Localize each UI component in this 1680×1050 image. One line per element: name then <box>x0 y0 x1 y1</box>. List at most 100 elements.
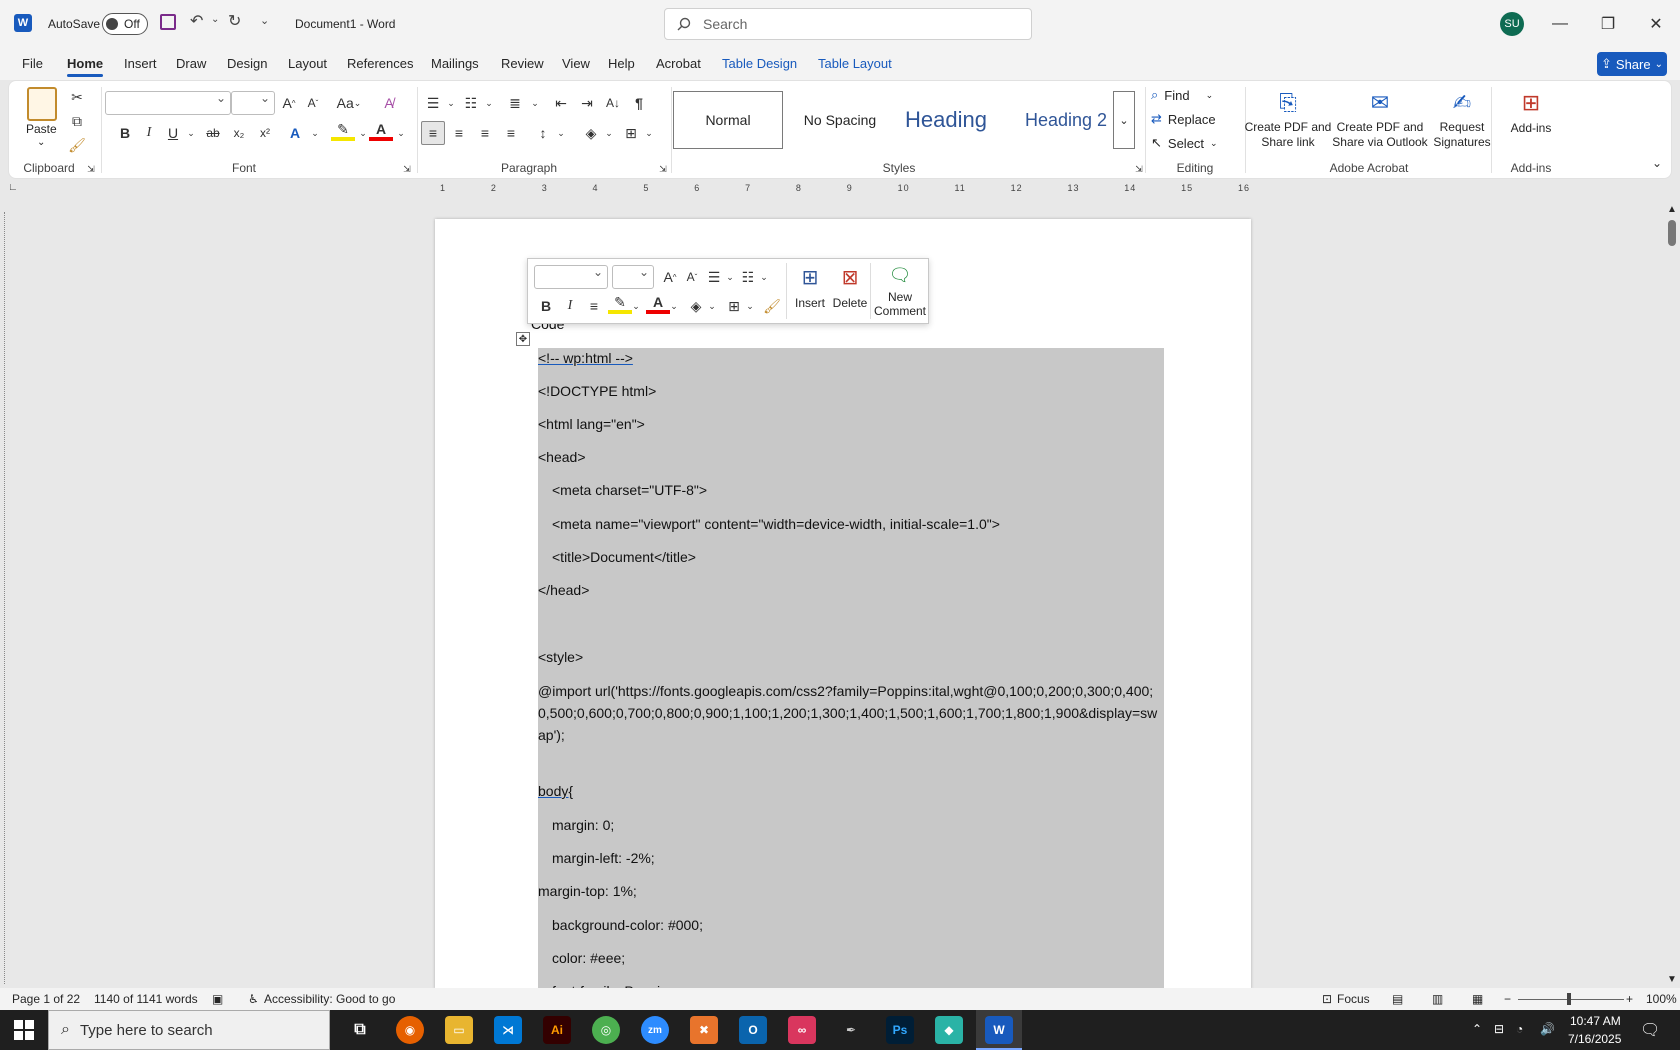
close-icon[interactable]: ✕ <box>1644 12 1668 36</box>
tab-home[interactable]: Home <box>67 56 104 77</box>
search-box[interactable]: Search <box>664 8 1032 40</box>
web-layout-icon[interactable]: ▦ <box>1472 992 1483 1006</box>
tray-overflow-icon[interactable]: ⌃ <box>1472 1022 1482 1036</box>
mini-insert-button[interactable]: ⊞ Insert <box>790 263 830 311</box>
creative-cloud-icon[interactable]: ∞ <box>788 1016 816 1044</box>
numbering-dropdown-icon[interactable]: ⌄ <box>477 91 501 115</box>
tab-selector-icon[interactable]: ∟ <box>8 182 18 193</box>
zoom-slider-thumb[interactable] <box>1567 993 1571 1005</box>
mini-delete-button[interactable]: ⊠ Delete <box>830 263 870 311</box>
clear-formatting-icon[interactable]: A̸ <box>377 91 401 115</box>
outlook-icon[interactable]: O <box>739 1016 767 1044</box>
subscript-icon[interactable]: x₂ <box>227 121 251 145</box>
restore-icon[interactable]: ❐ <box>1596 12 1620 36</box>
scroll-thumb[interactable] <box>1668 220 1676 246</box>
tray-date[interactable]: 7/16/2025 <box>1568 1032 1621 1046</box>
tab-layout[interactable]: Layout <box>288 56 327 71</box>
customize-toolbar-icon[interactable]: ⌄ <box>260 14 269 27</box>
text-effects-dropdown-icon[interactable]: ⌄ <box>303 121 327 145</box>
mini-bold-icon[interactable]: B <box>534 294 558 318</box>
line-spacing-dropdown-icon[interactable]: ⌄ <box>549 121 573 145</box>
italic-icon[interactable]: I <box>137 121 161 145</box>
bold-icon[interactable]: B <box>113 121 137 145</box>
copy-icon[interactable]: ⧉ <box>65 109 89 133</box>
taskbar-search[interactable]: ⌕ Type here to search <box>48 1010 330 1050</box>
multilevel-dropdown-icon[interactable]: ⌄ <box>523 91 547 115</box>
tab-view[interactable]: View <box>562 56 590 71</box>
paste-icon[interactable] <box>27 87 57 121</box>
collapse-ribbon-icon[interactable]: ⌄ <box>1645 151 1669 175</box>
vertical-scrollbar[interactable]: ▲ ▼ <box>1664 204 1680 990</box>
scroll-up-icon[interactable]: ▲ <box>1667 204 1677 215</box>
tab-table-layout[interactable]: Table Layout <box>818 56 892 71</box>
select-button[interactable]: ↖ Select ⌄ <box>1151 135 1218 151</box>
change-case-icon[interactable]: Aa ⌄ <box>333 91 365 115</box>
format-painter-icon[interactable]: 🖌 <box>65 133 89 157</box>
undo-icon[interactable]: ↶ <box>190 11 203 31</box>
print-layout-icon[interactable]: ▥ <box>1432 992 1443 1006</box>
task-view-icon[interactable]: ⧉ <box>346 1016 374 1044</box>
align-left-icon[interactable]: ≡ <box>421 121 445 145</box>
mini-numbering-dropdown-icon[interactable]: ⌄ <box>752 265 776 289</box>
zoom-slider[interactable] <box>1518 999 1624 1000</box>
mini-new-comment-button[interactable]: 🗨 New Comment <box>872 263 928 318</box>
add-ins-button[interactable]: ⊞ Add-ins <box>1499 87 1563 136</box>
request-signatures-button[interactable]: ✍ Request Signatures <box>1429 87 1495 150</box>
align-center-icon[interactable]: ≡ <box>447 121 471 145</box>
tab-draw[interactable]: Draw <box>176 56 206 71</box>
font-name-combo[interactable] <box>105 91 231 115</box>
zoom-level[interactable]: 100% <box>1646 992 1677 1006</box>
create-pdf-share-link-button[interactable]: ⎘ Create PDF and Share link <box>1241 87 1335 150</box>
tray-network-icon[interactable]: ⊟ <box>1494 1022 1504 1036</box>
show-formatting-icon[interactable]: ¶ <box>627 91 651 115</box>
find-button[interactable]: ⌕ Find ⌄ <box>1151 87 1213 103</box>
tab-mailings[interactable]: Mailings <box>431 56 479 71</box>
clipboard-launcher-icon[interactable]: ⇲ <box>79 157 103 181</box>
tab-design[interactable]: Design <box>227 56 267 71</box>
font-size-combo[interactable] <box>231 91 275 115</box>
tray-time[interactable]: 10:47 AM <box>1570 1014 1621 1028</box>
mini-font-color-dropdown-icon[interactable]: ⌄ <box>662 294 686 318</box>
scroll-down-icon[interactable]: ▼ <box>1667 974 1677 985</box>
chrome-icon[interactable]: ◎ <box>592 1016 620 1044</box>
decrease-indent-icon[interactable]: ⇤ <box>549 91 573 115</box>
windows-start-icon[interactable] <box>14 1020 34 1040</box>
increase-indent-icon[interactable]: ⇥ <box>575 91 599 115</box>
file-explorer-icon[interactable]: ▭ <box>445 1016 473 1044</box>
styles-more-icon[interactable]: ⌄ <box>1113 91 1135 149</box>
save-icon[interactable] <box>160 14 176 30</box>
tab-help[interactable]: Help <box>608 56 635 71</box>
table-move-handle-icon[interactable]: ✥ <box>516 332 530 346</box>
zoom-in-icon[interactable]: + <box>1626 992 1633 1006</box>
proofing-icon[interactable]: ▣ <box>212 992 223 1006</box>
tab-table-design[interactable]: Table Design <box>722 56 797 71</box>
tab-references[interactable]: References <box>347 56 413 71</box>
align-right-icon[interactable]: ≡ <box>473 121 497 145</box>
font-color-dropdown-icon[interactable]: ⌄ <box>389 121 413 145</box>
word-count[interactable]: 1140 of 1141 words <box>94 992 198 1006</box>
xampp-icon[interactable]: ✖ <box>690 1016 718 1044</box>
replace-button[interactable]: ⇄ Replace <box>1151 111 1216 127</box>
accessibility-status[interactable]: Accessibility: Good to go <box>264 992 395 1006</box>
tray-volume-icon[interactable]: 🔊 <box>1540 1022 1555 1036</box>
undo-dropdown-icon[interactable]: ⌄ <box>211 14 219 25</box>
mini-shrink-font-icon[interactable]: Aˇ <box>680 265 704 289</box>
tab-review[interactable]: Review <box>501 56 544 71</box>
illustrator-icon[interactable]: Ai <box>543 1016 571 1044</box>
mini-center-icon[interactable]: ≡ <box>582 294 606 318</box>
tab-acrobat[interactable]: Acrobat <box>656 56 701 71</box>
mini-highlight-dropdown-icon[interactable]: ⌄ <box>624 294 648 318</box>
app-diamond-icon[interactable]: ◆ <box>935 1016 963 1044</box>
pen-tool-icon[interactable]: ✒ <box>837 1016 865 1044</box>
minimize-icon[interactable]: — <box>1548 12 1572 36</box>
font-launcher-icon[interactable]: ⇲ <box>395 157 419 181</box>
vscode-icon[interactable]: ⋊ <box>494 1016 522 1044</box>
styles-launcher-icon[interactable]: ⇲ <box>1127 157 1151 181</box>
zoom-app-icon[interactable]: zm <box>641 1016 669 1044</box>
focus-label[interactable]: Focus <box>1337 992 1370 1006</box>
mini-grow-font-icon[interactable]: A ^ <box>658 265 682 289</box>
share-button[interactable]: ⇪ Share ⌄ <box>1597 52 1667 76</box>
style-no-spacing[interactable]: No Spacing <box>787 91 893 149</box>
style-normal[interactable]: Normal <box>673 91 783 149</box>
autosave-toggle[interactable]: Off <box>102 13 148 35</box>
